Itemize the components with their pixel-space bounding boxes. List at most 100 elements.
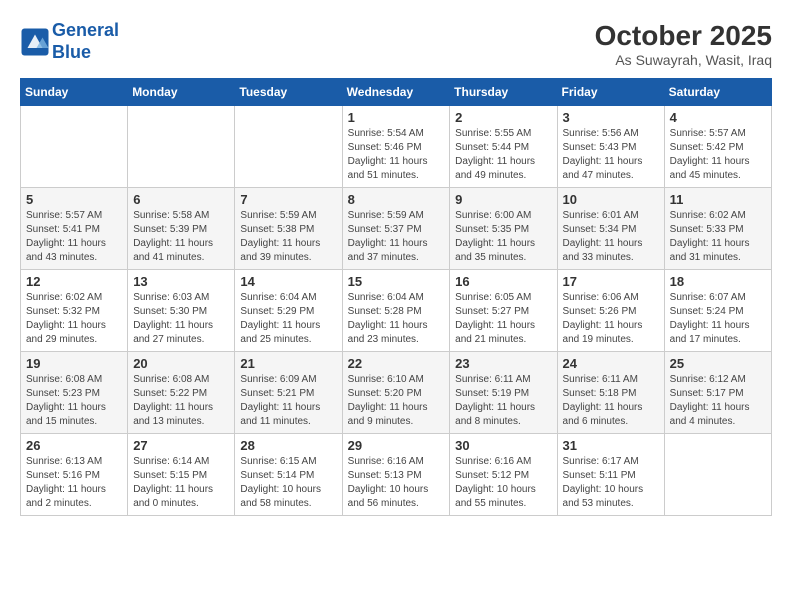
week-row-2: 5Sunrise: 5:57 AM Sunset: 5:41 PM Daylig… <box>21 188 772 270</box>
calendar-cell: 9 Sunrise: 6:00 AM Sunset: 5:35 PM Daylig… <box>450 188 557 270</box>
day-number: 17 <box>563 274 659 289</box>
calendar-cell: 15 Sunrise: 6:04 AM Sunset: 5:28 PM Dayli… <box>342 270 450 352</box>
day-info: Sunrise: 6:06 AM Sunset: 5:26 PM Dayligh… <box>563 291 659 347</box>
day-info: Sunrise: 6:12 AM Sunset: 5:17 PM Dayligh… <box>670 373 766 429</box>
calendar-cell: 10 Sunrise: 6:01 AM Sunset: 5:34 PM Dayli… <box>557 188 664 270</box>
header-row: SundayMondayTuesdayWednesdayThursdayFrid… <box>21 79 772 106</box>
day-info: Sunrise: 6:05 AM Sunset: 5:27 PM Dayligh… <box>455 291 551 347</box>
day-info: Sunrise: 6:11 AM Sunset: 5:19 PM Dayligh… <box>455 373 551 429</box>
day-number: 6 <box>133 192 229 207</box>
day-number: 8 <box>348 192 445 207</box>
calendar-cell: 27Sunrise: 6:14 AM Sunset: 5:15 PM Dayli… <box>128 434 235 516</box>
location: As Suwayrah, Wasit, Iraq <box>595 52 772 68</box>
day-number: 2 <box>455 110 551 125</box>
day-number: 7 <box>240 192 336 207</box>
week-row-5: 26Sunrise: 6:13 AM Sunset: 5:16 PM Dayli… <box>21 434 772 516</box>
calendar-cell <box>128 106 235 188</box>
calendar-cell: 4 Sunrise: 5:57 AM Sunset: 5:42 PM Daylig… <box>664 106 771 188</box>
calendar-cell: 2 Sunrise: 5:55 AM Sunset: 5:44 PM Daylig… <box>450 106 557 188</box>
day-number: 4 <box>670 110 766 125</box>
day-info: Sunrise: 6:14 AM Sunset: 5:15 PM Dayligh… <box>133 455 229 511</box>
day-info: Sunrise: 6:00 AM Sunset: 5:35 PM Dayligh… <box>455 209 551 265</box>
calendar-cell: 14Sunrise: 6:04 AM Sunset: 5:29 PM Dayli… <box>235 270 342 352</box>
calendar-table: SundayMondayTuesdayWednesdayThursdayFrid… <box>20 78 772 516</box>
day-info: Sunrise: 5:58 AM Sunset: 5:39 PM Dayligh… <box>133 209 229 265</box>
day-info: Sunrise: 5:57 AM Sunset: 5:42 PM Dayligh… <box>670 127 766 183</box>
day-info: Sunrise: 6:08 AM Sunset: 5:22 PM Dayligh… <box>133 373 229 429</box>
calendar-cell <box>235 106 342 188</box>
day-number: 12 <box>26 274 122 289</box>
day-info: Sunrise: 6:02 AM Sunset: 5:33 PM Dayligh… <box>670 209 766 265</box>
day-number: 22 <box>348 356 445 371</box>
day-number: 24 <box>563 356 659 371</box>
day-number: 25 <box>670 356 766 371</box>
day-number: 13 <box>133 274 229 289</box>
calendar-cell: 22 Sunrise: 6:10 AM Sunset: 5:20 PM Dayli… <box>342 352 450 434</box>
day-number: 29 <box>348 438 445 453</box>
day-info: Sunrise: 5:56 AM Sunset: 5:43 PM Dayligh… <box>563 127 659 183</box>
calendar-cell: 8 Sunrise: 5:59 AM Sunset: 5:37 PM Daylig… <box>342 188 450 270</box>
day-number: 11 <box>670 192 766 207</box>
calendar-cell: 31 Sunrise: 6:17 AM Sunset: 5:11 PM Dayli… <box>557 434 664 516</box>
page-header: General Blue October 2025 As Suwayrah, W… <box>20 20 772 68</box>
day-number: 28 <box>240 438 336 453</box>
week-row-4: 19 Sunrise: 6:08 AM Sunset: 5:23 PM Dayli… <box>21 352 772 434</box>
day-info: Sunrise: 5:59 AM Sunset: 5:38 PM Dayligh… <box>240 209 336 265</box>
calendar-cell: 26Sunrise: 6:13 AM Sunset: 5:16 PM Dayli… <box>21 434 128 516</box>
calendar-cell: 3Sunrise: 5:56 AM Sunset: 5:43 PM Daylig… <box>557 106 664 188</box>
calendar-cell: 24Sunrise: 6:11 AM Sunset: 5:18 PM Dayli… <box>557 352 664 434</box>
calendar-cell: 28Sunrise: 6:15 AM Sunset: 5:14 PM Dayli… <box>235 434 342 516</box>
day-info: Sunrise: 5:55 AM Sunset: 5:44 PM Dayligh… <box>455 127 551 183</box>
day-info: Sunrise: 5:57 AM Sunset: 5:41 PM Dayligh… <box>26 209 122 265</box>
calendar-cell: 21Sunrise: 6:09 AM Sunset: 5:21 PM Dayli… <box>235 352 342 434</box>
day-info: Sunrise: 6:13 AM Sunset: 5:16 PM Dayligh… <box>26 455 122 511</box>
day-info: Sunrise: 5:59 AM Sunset: 5:37 PM Dayligh… <box>348 209 445 265</box>
day-info: Sunrise: 6:02 AM Sunset: 5:32 PM Dayligh… <box>26 291 122 347</box>
day-number: 21 <box>240 356 336 371</box>
day-info: Sunrise: 6:17 AM Sunset: 5:11 PM Dayligh… <box>563 455 659 511</box>
day-number: 31 <box>563 438 659 453</box>
day-number: 18 <box>670 274 766 289</box>
logo-line2: Blue <box>52 42 91 62</box>
calendar-cell: 30 Sunrise: 6:16 AM Sunset: 5:12 PM Dayli… <box>450 434 557 516</box>
col-header-sunday: Sunday <box>21 79 128 106</box>
day-info: Sunrise: 6:04 AM Sunset: 5:28 PM Dayligh… <box>348 291 445 347</box>
day-number: 23 <box>455 356 551 371</box>
day-info: Sunrise: 6:03 AM Sunset: 5:30 PM Dayligh… <box>133 291 229 347</box>
calendar-cell: 18 Sunrise: 6:07 AM Sunset: 5:24 PM Dayli… <box>664 270 771 352</box>
col-header-friday: Friday <box>557 79 664 106</box>
calendar-cell: 19 Sunrise: 6:08 AM Sunset: 5:23 PM Dayli… <box>21 352 128 434</box>
calendar-cell: 6 Sunrise: 5:58 AM Sunset: 5:39 PM Daylig… <box>128 188 235 270</box>
day-info: Sunrise: 6:04 AM Sunset: 5:29 PM Dayligh… <box>240 291 336 347</box>
calendar-cell: 11 Sunrise: 6:02 AM Sunset: 5:33 PM Dayli… <box>664 188 771 270</box>
col-header-wednesday: Wednesday <box>342 79 450 106</box>
col-header-thursday: Thursday <box>450 79 557 106</box>
calendar-cell: 1Sunrise: 5:54 AM Sunset: 5:46 PM Daylig… <box>342 106 450 188</box>
day-info: Sunrise: 6:16 AM Sunset: 5:13 PM Dayligh… <box>348 455 445 511</box>
day-info: Sunrise: 6:16 AM Sunset: 5:12 PM Dayligh… <box>455 455 551 511</box>
title-area: October 2025 As Suwayrah, Wasit, Iraq <box>595 20 772 68</box>
week-row-3: 12 Sunrise: 6:02 AM Sunset: 5:32 PM Dayli… <box>21 270 772 352</box>
calendar-cell: 13 Sunrise: 6:03 AM Sunset: 5:30 PM Dayli… <box>128 270 235 352</box>
week-row-1: 1Sunrise: 5:54 AM Sunset: 5:46 PM Daylig… <box>21 106 772 188</box>
day-info: Sunrise: 6:10 AM Sunset: 5:20 PM Dayligh… <box>348 373 445 429</box>
day-number: 9 <box>455 192 551 207</box>
day-info: Sunrise: 6:07 AM Sunset: 5:24 PM Dayligh… <box>670 291 766 347</box>
calendar-cell: 17 Sunrise: 6:06 AM Sunset: 5:26 PM Dayli… <box>557 270 664 352</box>
day-number: 15 <box>348 274 445 289</box>
logo-text: General Blue <box>52 20 119 63</box>
calendar-cell <box>664 434 771 516</box>
day-number: 1 <box>348 110 445 125</box>
day-number: 19 <box>26 356 122 371</box>
day-number: 20 <box>133 356 229 371</box>
calendar-cell: 23 Sunrise: 6:11 AM Sunset: 5:19 PM Dayli… <box>450 352 557 434</box>
day-number: 16 <box>455 274 551 289</box>
calendar-cell: 16 Sunrise: 6:05 AM Sunset: 5:27 PM Dayli… <box>450 270 557 352</box>
day-info: Sunrise: 6:08 AM Sunset: 5:23 PM Dayligh… <box>26 373 122 429</box>
day-info: Sunrise: 6:01 AM Sunset: 5:34 PM Dayligh… <box>563 209 659 265</box>
day-number: 10 <box>563 192 659 207</box>
calendar-cell: 5Sunrise: 5:57 AM Sunset: 5:41 PM Daylig… <box>21 188 128 270</box>
calendar-cell: 20 Sunrise: 6:08 AM Sunset: 5:22 PM Dayli… <box>128 352 235 434</box>
day-number: 30 <box>455 438 551 453</box>
col-header-tuesday: Tuesday <box>235 79 342 106</box>
